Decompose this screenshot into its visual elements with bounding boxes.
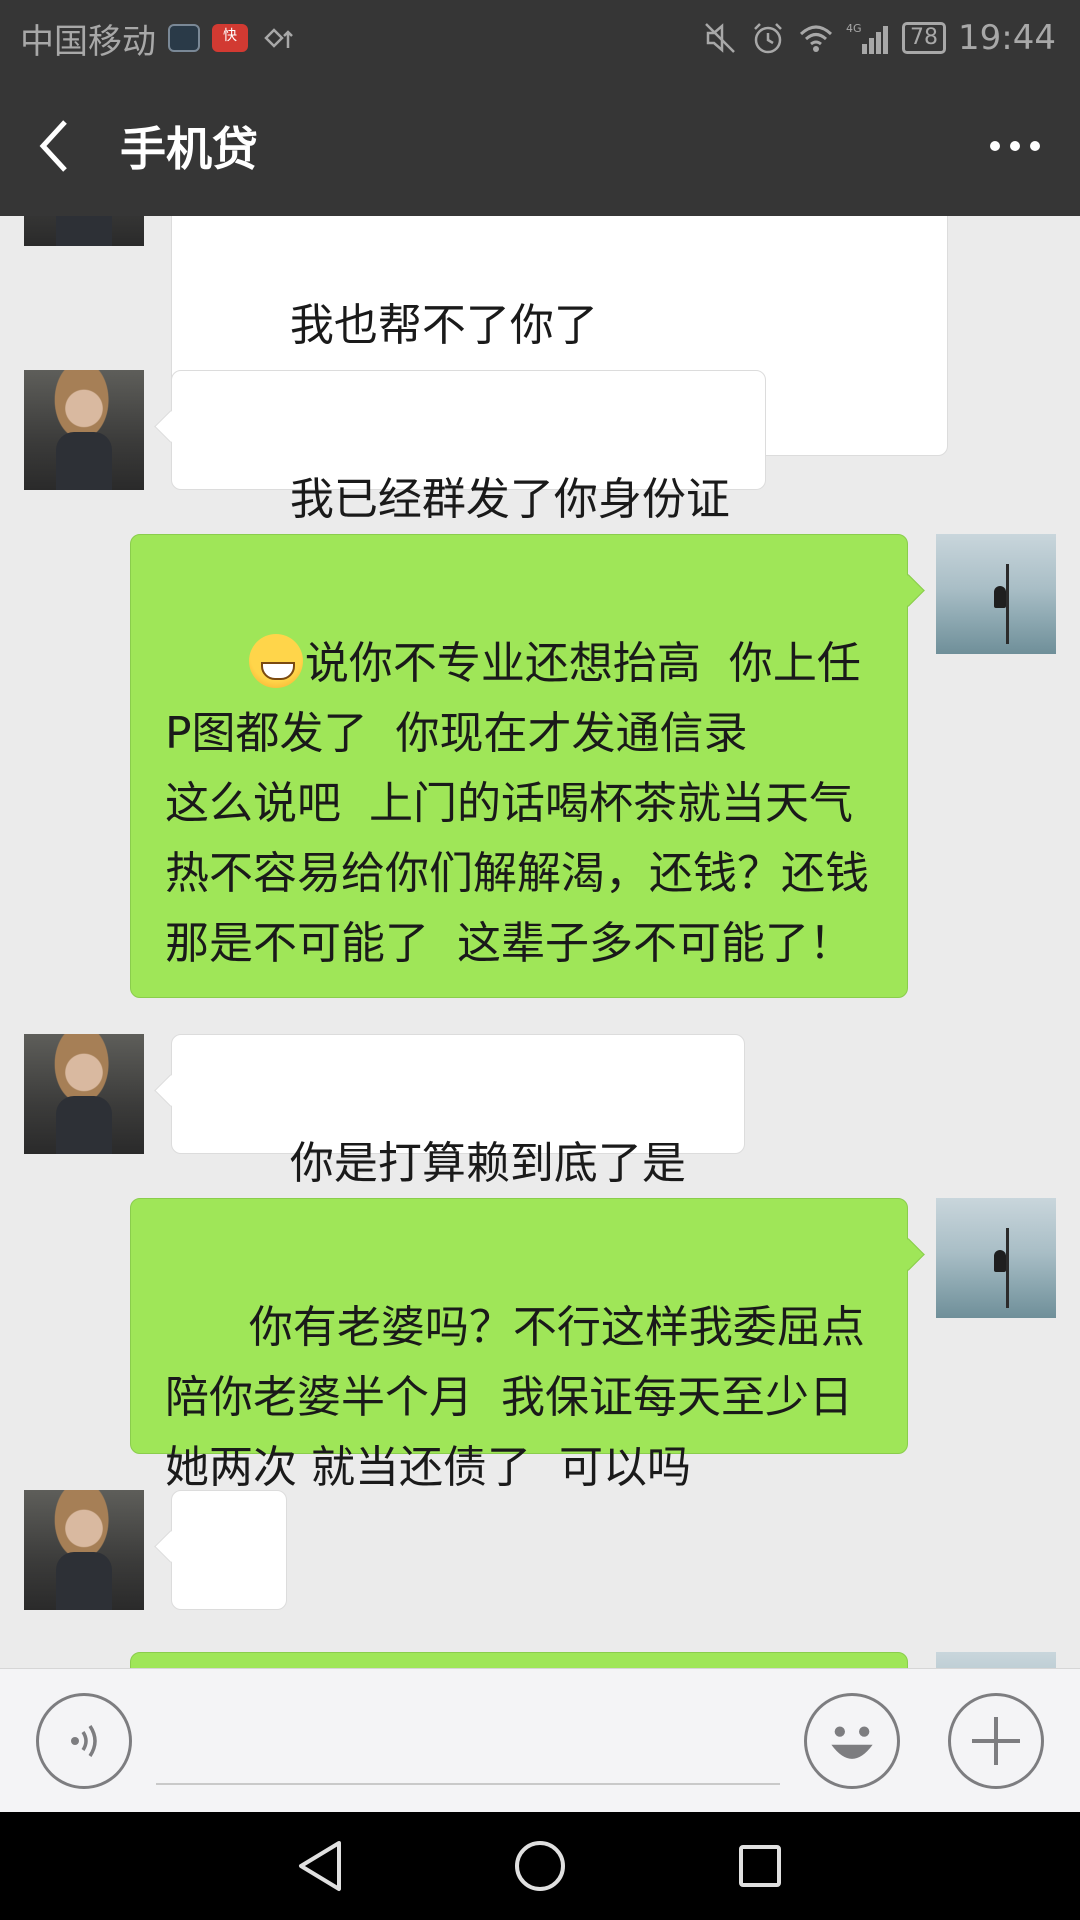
status-right: 4G 78 19:44 — [702, 18, 1056, 58]
my-avatar[interactable] — [936, 1198, 1056, 1318]
message-row: 我已经群发了你身份证了 — [0, 370, 1080, 595]
system-home-button[interactable] — [500, 1826, 580, 1906]
message-row: 滚 — [0, 1490, 1080, 1668]
more-dot-icon — [1030, 141, 1040, 151]
voice-icon — [71, 1725, 97, 1757]
more-dot-icon — [990, 141, 1000, 151]
message-bubble-outgoing[interactable]: 你有老婆吗？不行这样我委屈点陪你老婆半个月 我保证每天至少日她两次 就当还债了 … — [130, 1198, 908, 1493]
message-text: 你有老婆吗？不行这样我委屈点陪你老婆半个月 我保证每天至少日她两次 就当还债了 … — [165, 1302, 865, 1493]
message-row: 说你不专业还想抬高 你上任P图都发了 你现在才发通信录 这么说吧 上门的话喝杯茶… — [0, 534, 1080, 998]
square-recents-icon — [739, 1845, 781, 1887]
my-avatar[interactable] — [936, 534, 1056, 654]
message-text: 我也帮不了你了 — [289, 300, 598, 351]
system-navigation-bar — [0, 1812, 1080, 1920]
data-transfer-icon — [264, 28, 293, 48]
app-notification-icon — [168, 24, 200, 52]
contact-avatar[interactable] — [24, 1034, 144, 1154]
composer-bar — [0, 1668, 1080, 1812]
message-row: 我也帮不了你了 — [0, 216, 1080, 456]
message-row: 你是打算赖到底了是吗？ — [0, 1034, 1080, 1259]
wifi-icon — [799, 25, 833, 52]
status-left: 中国移动 快 — [20, 14, 296, 63]
emoji-button[interactable] — [804, 1693, 900, 1789]
alarm-icon — [754, 23, 782, 54]
mute-icon — [705, 23, 735, 53]
back-button[interactable] — [0, 76, 110, 216]
contact-avatar[interactable] — [24, 370, 144, 490]
circle-home-icon — [515, 1841, 565, 1891]
plus-icon — [972, 1717, 1020, 1765]
status-bar: 中国移动 快 4G 78 19:44 — [0, 0, 1080, 76]
battery-indicator: 78 — [902, 22, 947, 54]
signal-type-label: 4G — [846, 22, 862, 35]
carrier-label: 中国移动 — [20, 21, 156, 62]
my-avatar[interactable] — [936, 1652, 1056, 1668]
contact-avatar[interactable] — [24, 216, 144, 246]
chevron-left-icon — [39, 120, 67, 172]
message-bubble-incoming[interactable]: 我已经群发了你身份证了 — [171, 370, 766, 595]
chat-title: 手机贷 — [120, 122, 258, 176]
voice-input-button[interactable] — [36, 1693, 132, 1789]
more-dot-icon — [1010, 141, 1020, 151]
contact-avatar[interactable] — [24, 1490, 144, 1610]
chat-header: 手机贷 — [0, 76, 1080, 216]
message-bubble-incoming[interactable]: 你是打算赖到底了是吗？ — [171, 1034, 745, 1259]
cell-signal-icon: 4G — [846, 22, 889, 54]
message-text: 说你不专业还想抬高 你上任P图都发了 你现在才发通信录 这么说吧 上门的话喝杯茶… — [165, 638, 869, 969]
grinning-face-emoji-icon — [248, 634, 303, 688]
message-row: 你有老婆吗？不行这样我委屈点陪你老婆半个月 我保证每天至少日她两次 就当还债了 … — [0, 1198, 1080, 1493]
news-notification-icon: 快 — [212, 24, 248, 52]
system-recents-button[interactable] — [720, 1826, 800, 1906]
system-back-button[interactable] — [280, 1826, 360, 1906]
more-functions-button[interactable] — [948, 1693, 1044, 1789]
message-bubble-outgoing[interactable] — [130, 1652, 908, 1668]
message-bubble-outgoing[interactable]: 说你不专业还想抬高 你上任P图都发了 你现在才发通信录 这么说吧 上门的话喝杯茶… — [130, 534, 908, 998]
more-options-button[interactable] — [950, 76, 1080, 216]
message-input[interactable] — [156, 1697, 780, 1785]
message-row — [0, 1652, 1080, 1668]
message-bubble-incoming[interactable]: 滚 — [171, 1490, 287, 1668]
message-list[interactable]: 我也帮不了你了 我已经群发了你身份证了 说你不专业还想抬高 你上任P图都发了 你… — [0, 216, 1080, 1668]
triangle-back-icon — [299, 1841, 341, 1891]
smiley-icon — [831, 1726, 873, 1759]
clock: 19:44 — [958, 18, 1056, 58]
